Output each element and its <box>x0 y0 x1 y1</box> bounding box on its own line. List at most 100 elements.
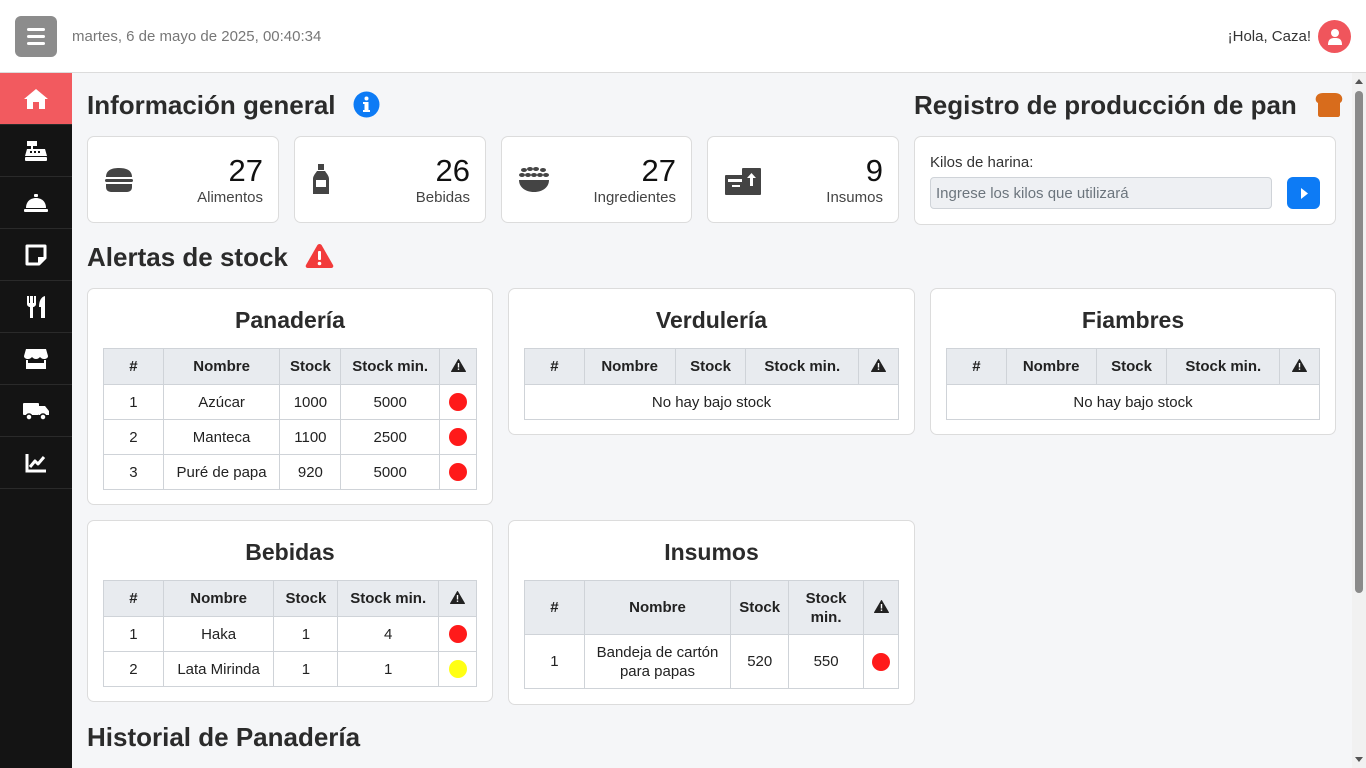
kilos-input[interactable] <box>930 177 1272 209</box>
production-title: Registro de producción de pan <box>914 90 1344 121</box>
status-dot-red <box>448 625 467 644</box>
stat-label: Bebidas <box>415 189 470 206</box>
col-header: Stock <box>1095 348 1168 385</box>
col-header-alert <box>439 348 477 385</box>
table-row: 1 Azúcar 1000 5000 <box>103 384 477 420</box>
stock-table-verduleria: # Nombre Stock Stock min. No hay bajo st… <box>524 348 899 420</box>
col-header: # <box>103 348 164 385</box>
stock-alerts-title: Alertas de stock <box>87 242 334 273</box>
col-header: Stock min. <box>1166 348 1281 385</box>
col-header: # <box>946 348 1007 385</box>
col-header: Stock min. <box>337 580 440 617</box>
stat-label: Alimentos <box>197 189 263 206</box>
menu-toggle-button[interactable] <box>15 16 57 57</box>
table-row: 1 Haka 1 4 <box>103 616 477 652</box>
status-dot-yellow <box>448 660 467 679</box>
chart-line-icon <box>25 453 46 472</box>
user-icon <box>1327 29 1342 45</box>
play-icon <box>1300 187 1308 199</box>
boxes-icon <box>725 168 761 195</box>
scrollbar-thumb[interactable] <box>1355 91 1363 593</box>
sidebar-item-menu[interactable] <box>0 281 72 333</box>
stat-value: 9 <box>865 153 883 188</box>
col-header: Stock <box>674 348 747 385</box>
truck-icon <box>23 402 49 421</box>
current-datetime: martes, 6 de mayo de 2025, 00:40:34 <box>72 28 322 45</box>
col-header-alert <box>863 580 899 635</box>
user-avatar[interactable] <box>1318 20 1351 53</box>
warning-icon <box>871 358 887 375</box>
col-header: Stock <box>730 580 790 635</box>
stock-card-title: Panadería <box>235 307 345 333</box>
col-header: Stock min. <box>745 348 860 385</box>
submit-kilos-button[interactable] <box>1287 177 1320 209</box>
kilos-label: Kilos de harina: <box>930 154 1034 171</box>
warning-triangle-icon <box>305 244 334 268</box>
bell-concierge-icon <box>24 193 48 212</box>
warning-icon <box>873 599 889 616</box>
utensils-icon <box>27 295 45 318</box>
col-header: Stock min. <box>788 580 865 635</box>
col-header: Nombre <box>583 348 676 385</box>
stat-card-alimentos: 27 Alimentos <box>87 136 279 223</box>
burger-icon <box>105 168 133 192</box>
stock-table-panaderia: # Nombre Stock Stock min. 1 Azúcar 1000 … <box>103 348 477 490</box>
col-header: Nombre <box>1005 348 1097 385</box>
info-icon[interactable] <box>353 91 380 118</box>
scroll-up-arrow-icon[interactable] <box>1355 79 1363 84</box>
wheat-bowl-icon <box>519 167 549 192</box>
bread-icon <box>1315 93 1343 117</box>
general-info-title: Información general <box>87 90 380 121</box>
top-header: martes, 6 de mayo de 2025, 00:40:34 ¡Hol… <box>0 0 1366 73</box>
col-header: Stock <box>273 580 339 617</box>
sidebar-item-stats[interactable] <box>0 437 72 489</box>
stock-table-fiambres: # Nombre Stock Stock min. No hay bajo st… <box>946 348 1320 420</box>
col-header: # <box>103 580 164 617</box>
sidebar-item-delivery[interactable] <box>0 385 72 437</box>
sticky-note-icon <box>25 244 47 265</box>
stat-card-ingredientes: 27 Ingredientes <box>501 136 692 223</box>
sidebar-item-service-bell[interactable] <box>0 177 72 229</box>
stock-card-title: Verdulería <box>655 307 768 333</box>
col-header: # <box>524 580 585 635</box>
stat-label: Ingredientes <box>593 189 676 206</box>
sidebar-item-cash-register[interactable] <box>0 125 72 177</box>
stock-card-title: Fiambres <box>1081 307 1185 333</box>
bottle-icon <box>313 164 329 194</box>
warning-icon <box>450 358 466 375</box>
table-row: 3 Puré de papa 920 5000 <box>103 454 477 490</box>
status-dot-red <box>449 428 468 447</box>
stock-card-panaderia: Panadería # Nombre Stock Stock min. 1 Az… <box>87 288 493 505</box>
sidebar-item-store[interactable] <box>0 333 72 385</box>
stat-value: 27 <box>228 153 263 188</box>
sidebar-nav <box>0 73 72 768</box>
stock-card-insumos: Insumos # Nombre Stock Stock min. 1 Band… <box>508 520 915 705</box>
col-header: Nombre <box>162 348 281 385</box>
hamburger-icon <box>27 28 45 31</box>
cash-register-icon <box>25 140 47 161</box>
stat-card-bebidas: 26 Bebidas <box>294 136 486 223</box>
sidebar-item-notes[interactable] <box>0 229 72 281</box>
table-row-empty: No hay bajo stock <box>946 384 1320 420</box>
stat-value: 26 <box>435 153 470 188</box>
col-header: Stock min. <box>340 348 441 385</box>
sidebar-item-home[interactable] <box>0 73 72 125</box>
status-dot-red <box>449 393 468 412</box>
status-dot-red <box>872 652 890 671</box>
col-header-alert <box>438 580 477 617</box>
table-row: 2 Lata Mirinda 1 1 <box>103 651 477 687</box>
stat-value: 27 <box>641 153 676 188</box>
table-row: 1 Bandeja de cartón para papas 520 550 <box>524 634 899 689</box>
col-header-alert <box>1279 348 1320 385</box>
stock-card-fiambres: Fiambres # Nombre Stock Stock min. No ha… <box>930 288 1336 435</box>
store-icon <box>24 348 48 369</box>
stock-table-bebidas: # Nombre Stock Stock min. 1 Haka 1 4 2 L… <box>103 580 477 687</box>
scroll-down-arrow-icon[interactable] <box>1355 757 1363 762</box>
page-scrollbar[interactable] <box>1352 73 1366 768</box>
col-header: # <box>524 348 585 385</box>
stock-card-bebidas: Bebidas # Nombre Stock Stock min. 1 Haka… <box>87 520 493 702</box>
table-row: 2 Manteca 1100 2500 <box>103 419 477 455</box>
col-header: Nombre <box>162 580 275 617</box>
stat-card-insumos: 9 Insumos <box>707 136 899 223</box>
table-row-empty: No hay bajo stock <box>524 384 899 420</box>
